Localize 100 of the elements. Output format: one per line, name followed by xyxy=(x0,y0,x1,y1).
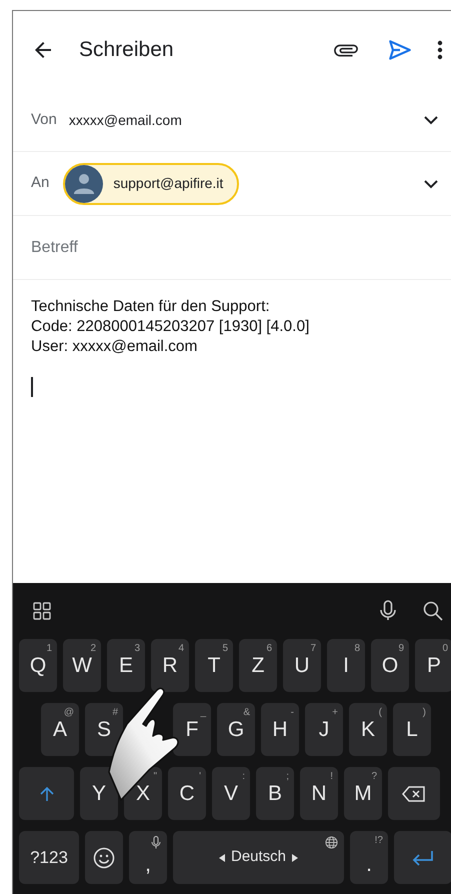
key-hint: 9 xyxy=(398,642,404,656)
keyboard-key[interactable]: Q 1 xyxy=(19,639,57,692)
key-label: Q xyxy=(30,652,46,679)
keyboard-key[interactable]: Y xyxy=(80,767,118,820)
key-hint: # xyxy=(112,706,118,720)
to-label: An xyxy=(31,173,50,194)
keyboard-key[interactable] xyxy=(388,767,440,820)
keyboard-key[interactable]: H - xyxy=(261,703,299,756)
key-label: S xyxy=(96,716,111,743)
key-label: N xyxy=(311,780,327,807)
keyboard-key[interactable]: P 0 xyxy=(415,639,451,692)
key-hint: 3 xyxy=(134,642,140,656)
key-label: X xyxy=(136,780,150,807)
recipient-chip[interactable]: support@apifire.it xyxy=(63,162,240,204)
key-hint: 8 xyxy=(354,642,360,656)
key-label: O xyxy=(382,652,398,679)
keyboard-key[interactable]: R 4 xyxy=(151,639,189,692)
key-label: C xyxy=(179,780,195,807)
chevron-down-icon[interactable] xyxy=(423,115,439,125)
avatar-icon xyxy=(65,164,104,202)
key-hint: ) xyxy=(422,706,426,720)
keyboard-key[interactable]: E 3 xyxy=(107,639,145,692)
key-label: , xyxy=(145,852,151,878)
key-label: V xyxy=(224,780,238,807)
keyboard-key[interactable]: V : xyxy=(212,767,250,820)
key-label: G xyxy=(228,716,244,743)
key-hint: _ xyxy=(200,706,206,720)
subject-field[interactable]: Betreff xyxy=(31,236,451,260)
key-label: M xyxy=(354,780,372,807)
key-hint: ' xyxy=(199,770,201,784)
key-label: U xyxy=(294,652,310,679)
key-label: H xyxy=(272,716,288,743)
keyboard-key[interactable]: U 7 xyxy=(283,639,321,692)
key-label: Deutsch xyxy=(230,847,286,868)
globe-icon xyxy=(325,836,338,849)
key-hint: ! xyxy=(330,770,333,784)
key-hint: 2 xyxy=(90,642,96,656)
key-hint: ( xyxy=(378,706,382,720)
shift-icon xyxy=(38,786,54,802)
key-label: B xyxy=(268,780,282,807)
keyboard-key[interactable] xyxy=(85,831,123,884)
key-label: P xyxy=(426,652,441,679)
message-body[interactable]: Technische Daten für den Support: Code: 2208000145203207 [1930] [4.0.0] User: xxxxx@email.com xyxy=(31,297,451,357)
search-icon[interactable] xyxy=(423,601,443,621)
key-label: Z xyxy=(252,652,264,679)
enter-icon xyxy=(411,850,435,866)
sender-address[interactable]: xxxxx@email.com xyxy=(68,110,182,130)
keyboard-key[interactable]: J + xyxy=(305,703,343,756)
key-label: K xyxy=(360,716,375,743)
keyboard-key[interactable]: , xyxy=(129,831,167,884)
key-label: F xyxy=(186,716,198,743)
microphone-icon[interactable] xyxy=(379,600,397,622)
key-hint: 5 xyxy=(222,642,228,656)
more-options-icon[interactable] xyxy=(437,40,443,60)
keyboard-key[interactable]: L ) xyxy=(393,703,431,756)
keyboard-key[interactable]: T 5 xyxy=(195,639,233,692)
keyboard-key[interactable]: Z 6 xyxy=(239,639,277,692)
key-label: L xyxy=(406,716,418,743)
send-icon[interactable] xyxy=(387,37,413,63)
key-hint: 0 xyxy=(442,642,448,656)
microphone-icon xyxy=(151,836,161,849)
key-hint: 7 xyxy=(310,642,316,656)
key-label: T xyxy=(208,652,220,679)
left-arrow-icon xyxy=(218,854,225,862)
from-label: Von xyxy=(31,110,57,130)
keyboard-key[interactable]: K ( xyxy=(349,703,387,756)
key-hint: + xyxy=(332,706,338,720)
key-hint: ? xyxy=(371,770,377,784)
smiley-icon xyxy=(93,846,115,868)
screen-title: Schreiben xyxy=(79,37,174,64)
key-label: R xyxy=(162,652,178,679)
keyboard-key[interactable]: G & xyxy=(217,703,255,756)
chevron-down-icon[interactable] xyxy=(423,178,439,188)
grid-icon[interactable] xyxy=(33,602,51,620)
keyboard-key[interactable]: C ' xyxy=(168,767,206,820)
keyboard-key[interactable]: W 2 xyxy=(63,639,101,692)
right-arrow-icon xyxy=(292,854,298,862)
key-hint: & xyxy=(243,706,250,720)
key-hint: 1 xyxy=(46,642,52,656)
key-hint: ; xyxy=(286,770,289,784)
key-hint: : xyxy=(242,770,245,784)
backspace-icon xyxy=(402,786,426,802)
keyboard-key[interactable]: A @ xyxy=(41,703,79,756)
keyboard-key[interactable]: I 8 xyxy=(327,639,365,692)
keyboard-key[interactable]: Deutsch xyxy=(173,831,344,884)
keyboard-key[interactable]: N ! xyxy=(300,767,338,820)
key-label: J xyxy=(318,716,330,743)
key-hint: - xyxy=(290,706,294,720)
keyboard-key[interactable]: B ; xyxy=(256,767,294,820)
key-hint: 4 xyxy=(178,642,184,656)
keyboard-key[interactable]: . !? xyxy=(350,831,388,884)
keyboard-key[interactable]: O 9 xyxy=(371,639,409,692)
key-hint: 6 xyxy=(266,642,272,656)
keyboard-key[interactable]: ?123 xyxy=(19,831,79,884)
key-label: W xyxy=(72,652,92,679)
keyboard-key[interactable]: M ? xyxy=(344,767,382,820)
keyboard-key[interactable]: S # xyxy=(85,703,123,756)
key-label: . xyxy=(366,852,372,878)
text-cursor xyxy=(31,377,33,397)
keyboard-key[interactable]: F _ xyxy=(173,703,211,756)
